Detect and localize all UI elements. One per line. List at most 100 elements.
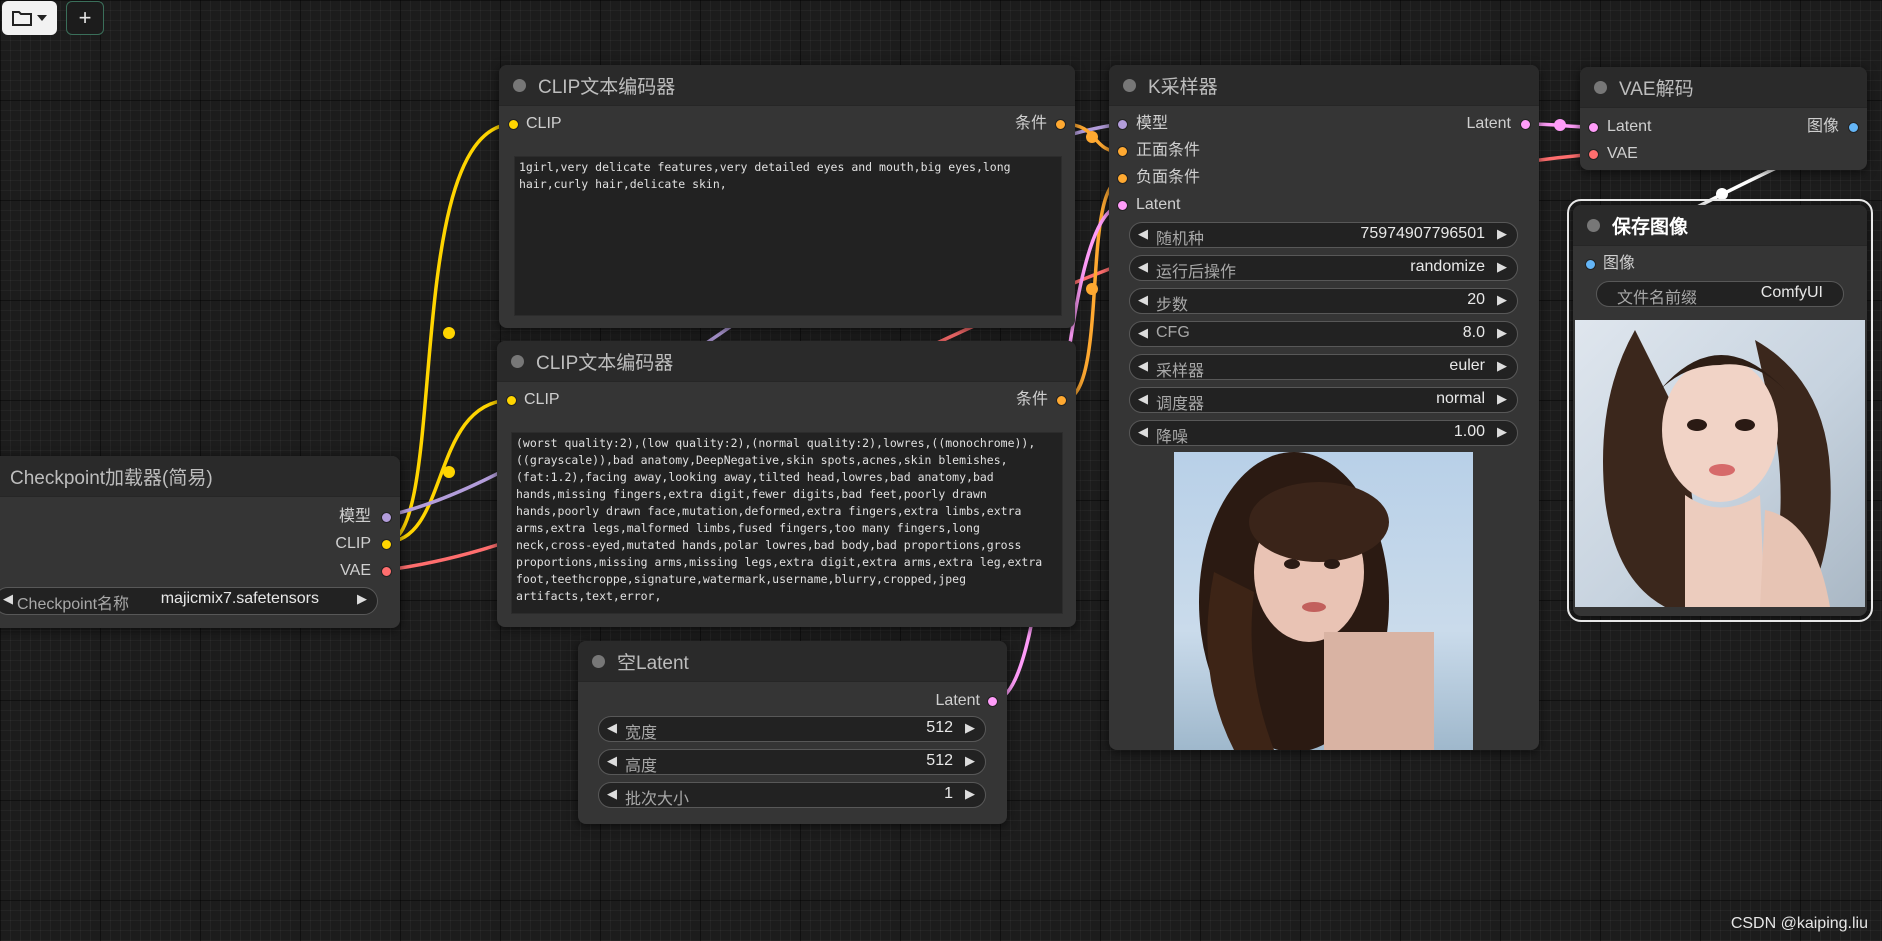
add-tab-button[interactable]: + bbox=[66, 1, 104, 35]
decrement-arrow-icon[interactable]: ◀ bbox=[1138, 391, 1148, 407]
increment-arrow-icon[interactable]: ▶ bbox=[357, 591, 367, 607]
latent-output-label: Latent bbox=[1466, 115, 1511, 132]
wire-clip-to-negative bbox=[385, 398, 513, 544]
increment-arrow-icon[interactable]: ▶ bbox=[1497, 259, 1507, 275]
widget-label: 高度 bbox=[625, 758, 658, 775]
decrement-arrow-icon[interactable]: ◀ bbox=[1138, 424, 1148, 440]
image-output-dot[interactable] bbox=[1848, 122, 1859, 133]
increment-arrow-icon[interactable]: ▶ bbox=[965, 753, 975, 769]
node-collapse-dot[interactable] bbox=[511, 354, 524, 368]
image-input-dot[interactable] bbox=[1585, 259, 1596, 270]
conditioning-output-dot[interactable] bbox=[1055, 119, 1066, 130]
node-header[interactable]: 空Latent bbox=[578, 641, 1007, 682]
increment-arrow-icon[interactable]: ▶ bbox=[1497, 358, 1507, 374]
negative-input-dot[interactable] bbox=[1117, 173, 1128, 184]
prompt-textarea[interactable]: (worst quality:2),(low quality:2),(norma… bbox=[511, 432, 1063, 614]
sampler-name-widget[interactable]: ◀ 采样器 euler ▶ bbox=[1129, 354, 1518, 380]
batch-size-widget[interactable]: ◀ 批次大小 1 ▶ bbox=[598, 782, 986, 808]
node-title: 空Latent bbox=[617, 652, 689, 674]
clip-input-dot[interactable] bbox=[506, 395, 517, 406]
widget-label: 采样器 bbox=[1156, 363, 1205, 380]
wire-clip-to-positive bbox=[385, 122, 515, 544]
cfg-widget[interactable]: ◀ CFG 8.0 ▶ bbox=[1129, 321, 1518, 347]
increment-arrow-icon[interactable]: ▶ bbox=[1497, 292, 1507, 308]
latent-input-dot[interactable] bbox=[1117, 200, 1128, 211]
checkpoint-loader-node[interactable]: Checkpoint加载器(简易) 模型 CLIP VAE ◀ Checkpoi… bbox=[0, 456, 400, 628]
increment-arrow-icon[interactable]: ▶ bbox=[1497, 226, 1507, 242]
latent-input-dot[interactable] bbox=[1588, 122, 1599, 133]
filename-prefix-input[interactable]: 文件名前缀 ComfyUI bbox=[1596, 281, 1844, 307]
vae-output-dot[interactable] bbox=[381, 566, 392, 577]
clip-text-encode-positive-node[interactable]: CLIP文本编码器 CLIP 条件 1girl,very delicate fe… bbox=[499, 65, 1075, 328]
node-collapse-dot[interactable] bbox=[513, 78, 526, 92]
clip-output-label: CLIP bbox=[335, 535, 371, 552]
clip-input-dot[interactable] bbox=[508, 119, 519, 130]
denoise-widget[interactable]: ◀ 降噪 1.00 ▶ bbox=[1129, 420, 1518, 446]
workflow-menu-button[interactable] bbox=[2, 1, 57, 35]
increment-arrow-icon[interactable]: ▶ bbox=[1497, 391, 1507, 407]
widget-label: 调度器 bbox=[1156, 396, 1205, 413]
decrement-arrow-icon[interactable]: ◀ bbox=[1138, 226, 1148, 242]
scheduler-widget[interactable]: ◀ 调度器 normal ▶ bbox=[1129, 387, 1518, 413]
decrement-arrow-icon[interactable]: ◀ bbox=[1138, 292, 1148, 308]
latent-preview-image bbox=[1174, 452, 1473, 750]
empty-latent-node[interactable]: 空Latent Latent ◀ 宽度 512 ▶ ◀ 高度 512 ▶ ◀ 批… bbox=[578, 641, 1007, 824]
width-widget[interactable]: ◀ 宽度 512 ▶ bbox=[598, 716, 986, 742]
folder-icon bbox=[12, 11, 32, 26]
node-collapse-dot[interactable] bbox=[1587, 218, 1600, 232]
increment-arrow-icon[interactable]: ▶ bbox=[965, 786, 975, 802]
vae-input-dot[interactable] bbox=[1588, 149, 1599, 160]
clip-output-dot[interactable] bbox=[381, 539, 392, 550]
clip-input-label: CLIP bbox=[526, 115, 562, 132]
watermark-text: CSDN @kaiping.liu bbox=[1730, 915, 1868, 932]
node-header[interactable]: Checkpoint加载器(简易) bbox=[0, 456, 400, 497]
node-collapse-dot[interactable] bbox=[592, 654, 605, 668]
latent-output-dot[interactable] bbox=[987, 696, 998, 707]
widget-label: 随机种 bbox=[1156, 231, 1205, 248]
checkpoint-name-combo[interactable]: ◀ Checkpoint名称 majicmix7.safetensors ▶ bbox=[0, 587, 378, 615]
latent-input-label: Latent bbox=[1607, 118, 1652, 135]
seed-widget[interactable]: ◀ 随机种 75974907796501 ▶ bbox=[1129, 222, 1518, 248]
add-tab-label: + bbox=[78, 5, 92, 30]
decrement-arrow-icon[interactable]: ◀ bbox=[3, 591, 13, 607]
vae-decode-node[interactable]: VAE解码 Latent VAE 图像 bbox=[1580, 67, 1867, 170]
node-title: K采样器 bbox=[1148, 76, 1218, 98]
decrement-arrow-icon[interactable]: ◀ bbox=[1138, 358, 1148, 374]
decrement-arrow-icon[interactable]: ◀ bbox=[607, 720, 617, 736]
node-collapse-dot[interactable] bbox=[1123, 78, 1136, 92]
prompt-textarea[interactable]: 1girl,very delicate features,very detail… bbox=[514, 156, 1062, 316]
decrement-arrow-icon[interactable]: ◀ bbox=[607, 753, 617, 769]
output-image[interactable] bbox=[1575, 320, 1865, 607]
increment-arrow-icon[interactable]: ▶ bbox=[1497, 325, 1507, 341]
increment-arrow-icon[interactable]: ▶ bbox=[1497, 424, 1507, 440]
increment-arrow-icon[interactable]: ▶ bbox=[965, 720, 975, 736]
height-widget[interactable]: ◀ 高度 512 ▶ bbox=[598, 749, 986, 775]
steps-widget[interactable]: ◀ 步数 20 ▶ bbox=[1129, 288, 1518, 314]
ksampler-node[interactable]: K采样器 模型 正面条件 负面条件 Latent Latent ◀ 随机种 75… bbox=[1109, 65, 1539, 750]
node-header[interactable]: VAE解码 bbox=[1580, 67, 1867, 108]
node-collapse-dot[interactable] bbox=[1594, 80, 1607, 94]
node-title: CLIP文本编码器 bbox=[536, 352, 674, 374]
control-after-generate-widget[interactable]: ◀ 运行后操作 randomize ▶ bbox=[1129, 255, 1518, 281]
image-input-label: 图像 bbox=[1603, 255, 1636, 272]
node-header[interactable]: 保存图像 bbox=[1573, 205, 1867, 246]
positive-input-dot[interactable] bbox=[1117, 146, 1128, 157]
decrement-arrow-icon[interactable]: ◀ bbox=[1138, 325, 1148, 341]
model-input-dot[interactable] bbox=[1117, 119, 1128, 130]
clip-text-encode-negative-node[interactable]: CLIP文本编码器 CLIP 条件 (worst quality:2),(low… bbox=[497, 341, 1076, 627]
widget-label: 运行后操作 bbox=[1156, 264, 1237, 281]
conditioning-output-dot[interactable] bbox=[1056, 395, 1067, 406]
node-header[interactable]: CLIP文本编码器 bbox=[499, 65, 1075, 106]
decrement-arrow-icon[interactable]: ◀ bbox=[607, 786, 617, 802]
latent-output-dot[interactable] bbox=[1520, 119, 1531, 130]
node-header[interactable]: CLIP文本编码器 bbox=[497, 341, 1076, 382]
model-output-dot[interactable] bbox=[381, 512, 392, 523]
negative-input-label: 负面条件 bbox=[1136, 169, 1201, 186]
widget-value: 8.0 bbox=[1462, 324, 1485, 341]
widget-value: 1.00 bbox=[1453, 423, 1485, 440]
decrement-arrow-icon[interactable]: ◀ bbox=[1138, 259, 1148, 275]
positive-input-label: 正面条件 bbox=[1136, 142, 1201, 159]
node-header[interactable]: K采样器 bbox=[1109, 65, 1539, 106]
widget-label: CFG bbox=[1156, 324, 1190, 341]
save-image-node[interactable]: 保存图像 图像 文件名前缀 ComfyUI bbox=[1567, 199, 1873, 622]
